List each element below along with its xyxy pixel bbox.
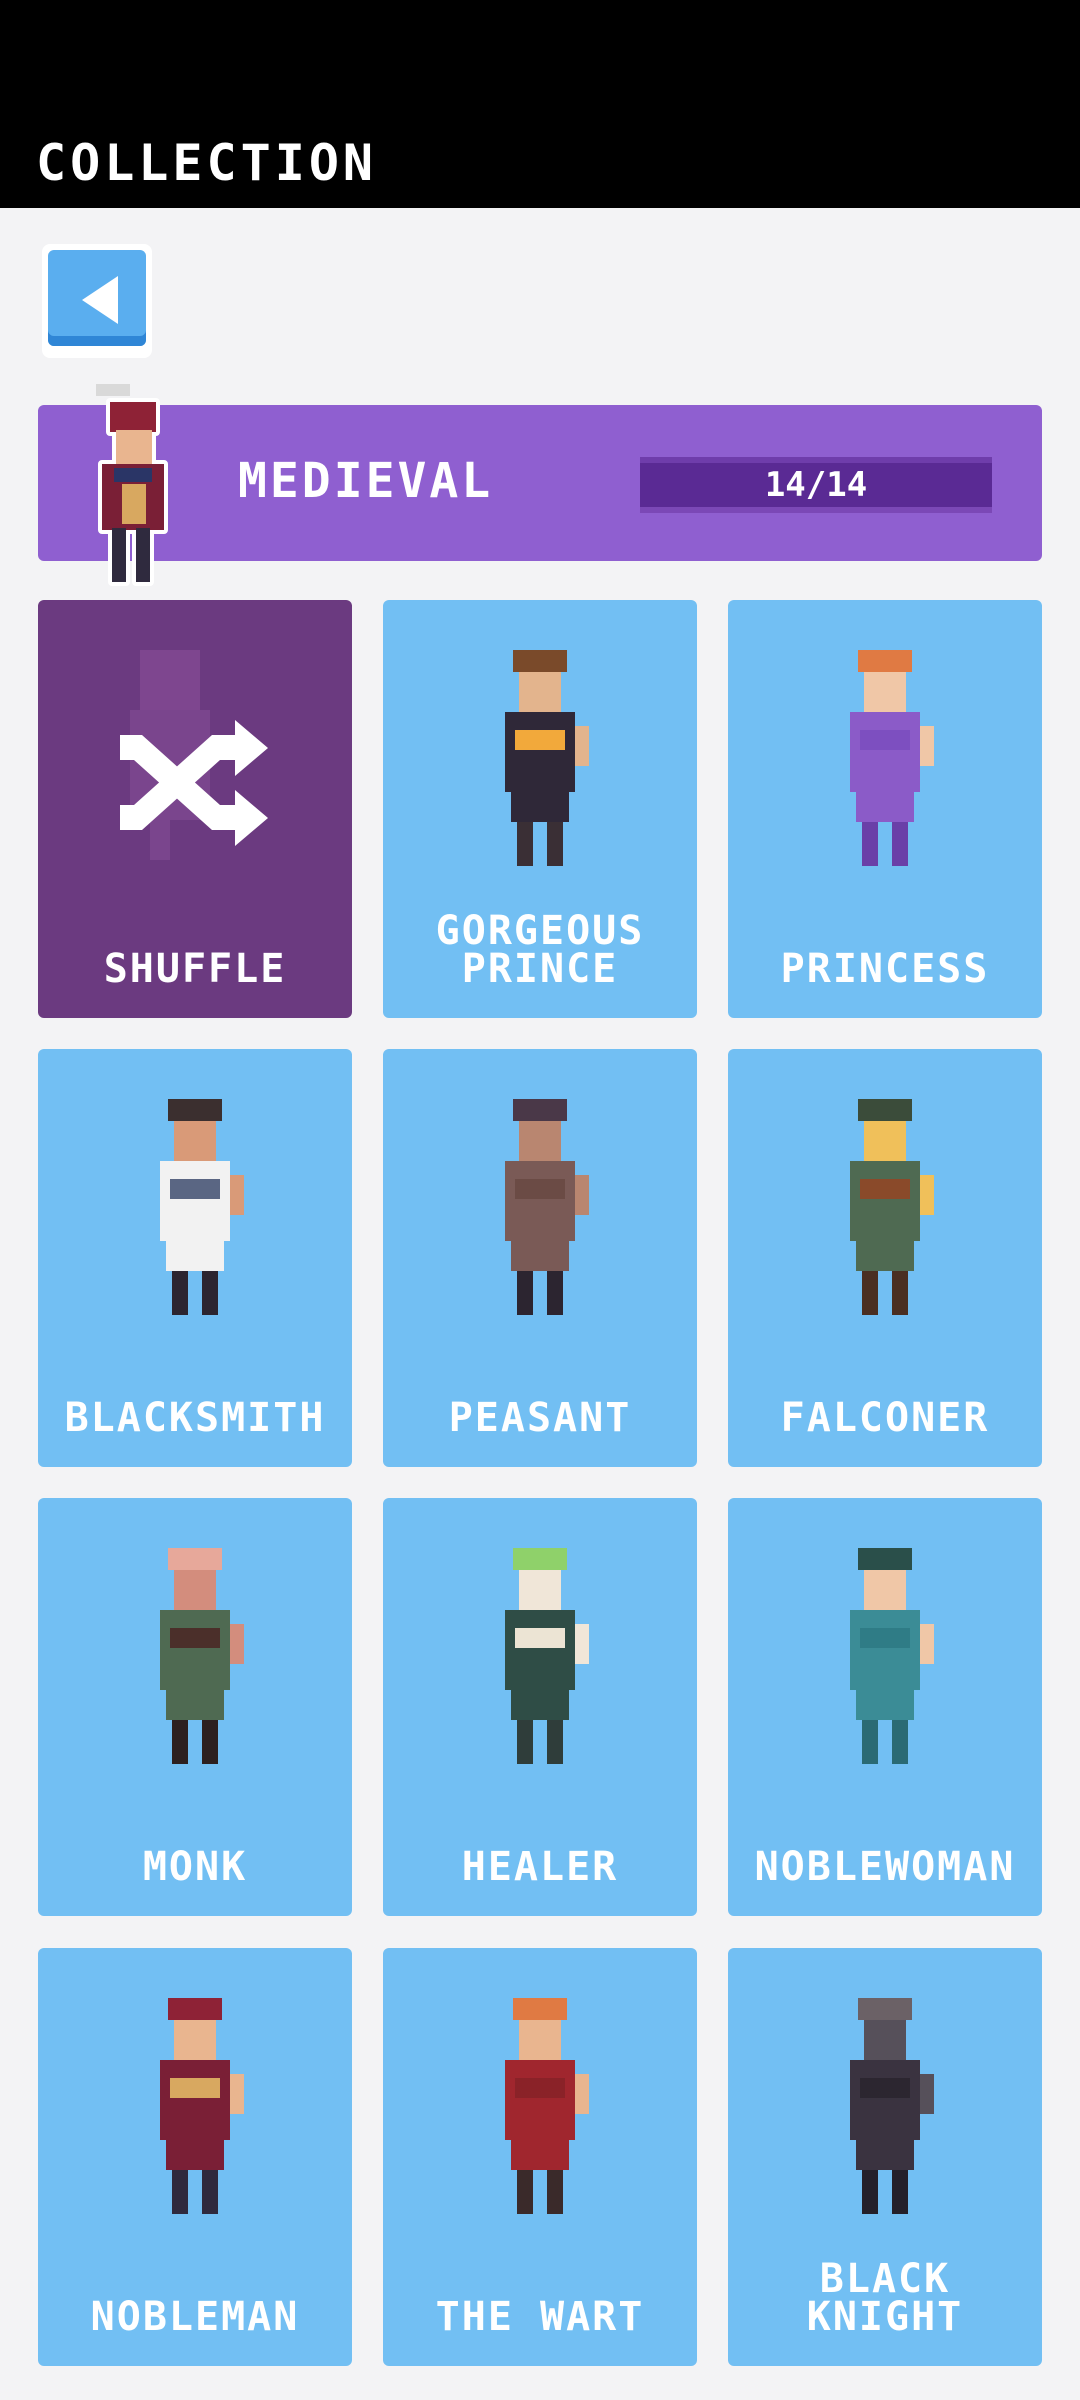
healer-character-icon <box>505 1548 589 1764</box>
banner-nobleman-icon <box>96 384 168 586</box>
gorgeous-prince-character-icon <box>505 650 589 866</box>
character-name: SHUFFLE <box>103 946 287 992</box>
character-name: BLACKSMITH <box>64 1395 326 1441</box>
page-title: COLLECTION <box>36 134 378 192</box>
character-name: THE WART <box>435 2294 645 2340</box>
character-card-healer[interactable]: HEALER <box>383 1498 697 1916</box>
character-name: GORGEOUS PRINCE <box>435 908 645 992</box>
shuffle-icon <box>120 650 268 860</box>
character-card-princess[interactable]: PRINCESS <box>728 600 1042 1018</box>
character-card-shuffle[interactable]: SHUFFLE <box>38 600 352 1018</box>
collection-progress: 14/14 <box>640 457 992 513</box>
character-card-nobleman[interactable]: NOBLEMAN <box>38 1948 352 2366</box>
character-card-the-wart[interactable]: THE WART <box>383 1948 697 2366</box>
princess-character-icon <box>850 650 934 866</box>
character-name: FALCONER <box>780 1395 990 1441</box>
character-name: BLACK KNIGHT <box>806 2256 964 2340</box>
noblewoman-character-icon <box>850 1548 934 1764</box>
blacksmith-character-icon <box>160 1099 244 1315</box>
monk-character-icon <box>160 1548 244 1764</box>
title-bar: COLLECTION <box>0 0 1080 208</box>
character-name: MONK <box>142 1844 248 1890</box>
character-card-noblewoman[interactable]: NOBLEWOMAN <box>728 1498 1042 1916</box>
character-card-gorgeous-prince[interactable]: GORGEOUS PRINCE <box>383 600 697 1018</box>
character-name: NOBLEWOMAN <box>754 1844 1016 1890</box>
character-card-peasant[interactable]: PEASANT <box>383 1049 697 1467</box>
black-knight-character-icon <box>850 1998 934 2214</box>
category-name: MEDIEVAL <box>238 453 494 509</box>
back-arrow-icon <box>82 276 118 324</box>
peasant-character-icon <box>505 1099 589 1315</box>
the-wart-character-icon <box>505 1998 589 2214</box>
character-name: PRINCESS <box>780 946 990 992</box>
character-card-black-knight[interactable]: BLACK KNIGHT <box>728 1948 1042 2366</box>
back-button-face <box>48 250 146 346</box>
nobleman-character-icon <box>160 1998 244 2214</box>
character-card-monk[interactable]: MONK <box>38 1498 352 1916</box>
character-name: NOBLEMAN <box>90 2294 300 2340</box>
character-name: HEALER <box>461 1844 619 1890</box>
falconer-character-icon <box>850 1099 934 1315</box>
character-name: PEASANT <box>448 1395 632 1441</box>
character-card-falconer[interactable]: FALCONER <box>728 1049 1042 1467</box>
back-button[interactable] <box>42 244 152 358</box>
character-card-blacksmith[interactable]: BLACKSMITH <box>38 1049 352 1467</box>
